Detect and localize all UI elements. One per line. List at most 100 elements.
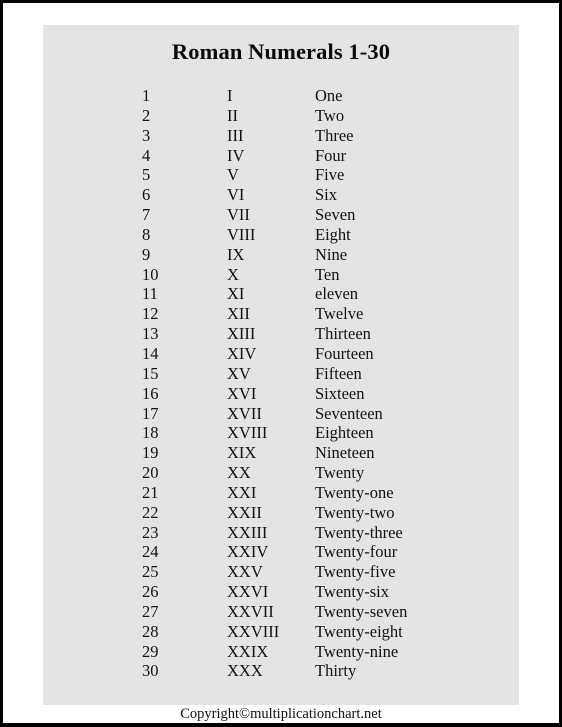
table-row: 20 XX Twenty <box>142 463 505 483</box>
roman-numeral-cell: XXVI <box>227 582 269 602</box>
number-word-cell: Twenty-six <box>315 582 390 602</box>
arabic-number-cell: 27 <box>142 601 159 621</box>
roman-numeral-cell: XXI <box>227 482 257 502</box>
number-word-cell: Six <box>315 185 338 205</box>
roman-numeral-cell: XXX <box>227 661 263 681</box>
table-row: 2 II Two <box>142 106 505 126</box>
table-row: 13 XIII Thirteen <box>142 324 505 344</box>
arabic-number-cell: 29 <box>142 641 159 661</box>
table-row: 27 XXVII Twenty-seven <box>142 602 505 622</box>
arabic-number-cell: 22 <box>142 502 159 522</box>
number-word-cell: Twenty-nine <box>315 641 399 661</box>
arabic-number-cell: 8 <box>142 224 151 244</box>
roman-numeral-cell: VI <box>227 185 245 205</box>
roman-numeral-cell: III <box>227 125 244 145</box>
table-row: 9 IX Nine <box>142 245 505 265</box>
table-row: 7 VII Seven <box>142 205 505 225</box>
arabic-number-cell: 28 <box>142 621 159 641</box>
roman-numeral-cell: XVIII <box>227 423 268 443</box>
roman-numerals-table-body: 1 I One 2 II Two 3 III Three 4 IV Four 5 V Five 6 VI Six 7… <box>142 86 505 681</box>
roman-numeral-cell: XXII <box>227 502 262 522</box>
arabic-number-cell: 23 <box>142 522 159 542</box>
roman-numeral-cell: XXV <box>227 562 263 582</box>
roman-numeral-cell: XV <box>227 363 251 383</box>
table-row: 17 XVII Seventeen <box>142 404 505 424</box>
roman-numeral-cell: I <box>227 86 233 105</box>
table-row: 6 VI Six <box>142 185 505 205</box>
table-row: 16 XVI Sixteen <box>142 384 505 404</box>
page-border: Roman Numerals 1-30 1 I One 2 II Two 3 III Three… <box>0 0 562 727</box>
table-row: 22 XXII Twenty-two <box>142 503 505 523</box>
arabic-number-cell: 2 <box>142 105 151 125</box>
table-row: 12 XII Twelve <box>142 304 505 324</box>
roman-numeral-cell: XIX <box>227 443 257 463</box>
roman-numeral-cell: VIII <box>227 224 256 244</box>
number-word-cell: Twelve <box>315 304 364 324</box>
number-word-cell: Twenty-three <box>315 522 403 542</box>
arabic-number-cell: 21 <box>142 482 159 502</box>
number-word-cell: Two <box>315 105 345 125</box>
roman-numeral-cell: XIII <box>227 324 256 344</box>
table-row: 30 XXX Thirty <box>142 661 505 681</box>
number-word-cell: Thirty <box>315 661 357 681</box>
table-row: 21 XXI Twenty-one <box>142 483 505 503</box>
number-word-cell: Twenty-five <box>315 562 396 582</box>
arabic-number-cell: 4 <box>142 145 151 165</box>
roman-numeral-cell: XXIX <box>227 641 269 661</box>
arabic-number-cell: 10 <box>142 264 159 284</box>
arabic-number-cell: 9 <box>142 244 151 264</box>
arabic-number-cell: 16 <box>142 383 159 403</box>
roman-numeral-cell: XXVII <box>227 601 274 621</box>
number-word-cell: Thirteen <box>315 324 371 344</box>
arabic-number-cell: 15 <box>142 363 159 383</box>
arabic-number-cell: 30 <box>142 661 159 681</box>
roman-numeral-cell: V <box>227 165 239 185</box>
roman-numerals-table: 1 I One 2 II Two 3 III Three 4 IV Four 5 V Five 6 VI Six 7… <box>142 86 505 681</box>
number-word-cell: Nineteen <box>315 443 375 463</box>
number-word-cell: Four <box>315 145 347 165</box>
table-row: 14 XIV Fourteen <box>142 344 505 364</box>
number-word-cell: Eight <box>315 224 351 244</box>
arabic-number-cell: 26 <box>142 582 159 602</box>
arabic-number-cell: 6 <box>142 185 151 205</box>
page-title: Roman Numerals 1-30 <box>171 39 391 64</box>
roman-numeral-cell: IV <box>227 145 245 165</box>
roman-numeral-cell: X <box>227 264 239 284</box>
number-word-cell: Twenty-eight <box>315 621 403 641</box>
arabic-number-cell: 17 <box>142 403 159 423</box>
number-word-cell: Three <box>315 125 354 145</box>
arabic-number-cell: 20 <box>142 463 159 483</box>
table-row: 18 XVIII Eighteen <box>142 423 505 443</box>
number-word-cell: Eighteen <box>315 423 374 443</box>
number-word-cell: Five <box>315 165 345 185</box>
table-row: 24 XXIV Twenty-four <box>142 542 505 562</box>
roman-numeral-cell: XXVIII <box>227 621 280 641</box>
roman-numeral-cell: XVII <box>227 403 262 423</box>
arabic-number-cell: 13 <box>142 324 159 344</box>
arabic-number-cell: 24 <box>142 542 159 562</box>
copyright-footer: Copyright©multiplicationchart.net <box>180 706 382 722</box>
table-row: 5 V Five <box>142 165 505 185</box>
table-row: 4 IV Four <box>142 146 505 166</box>
roman-numeral-cell: VII <box>227 205 250 225</box>
table-row: 26 XXVI Twenty-six <box>142 582 505 602</box>
roman-numeral-cell: XII <box>227 304 250 324</box>
table-row: 25 XXV Twenty-five <box>142 562 505 582</box>
roman-numeral-cell: XIV <box>227 343 257 363</box>
number-word-cell: eleven <box>315 284 359 304</box>
roman-numeral-cell: IX <box>227 244 245 264</box>
arabic-number-cell: 3 <box>142 125 151 145</box>
number-word-cell: Twenty <box>315 463 365 483</box>
number-word-cell: Twenty-two <box>315 502 395 522</box>
arabic-number-cell: 14 <box>142 343 159 363</box>
number-word-cell: Nine <box>315 244 348 264</box>
table-row: 11 XI eleven <box>142 284 505 304</box>
table-row: 15 XV Fifteen <box>142 364 505 384</box>
roman-numeral-cell: XXIII <box>227 522 268 542</box>
table-row: 10 X Ten <box>142 265 505 285</box>
table-row: 19 XIX Nineteen <box>142 443 505 463</box>
table-row: 23 XXIII Twenty-three <box>142 523 505 543</box>
arabic-number-cell: 25 <box>142 562 159 582</box>
number-word-cell: Fifteen <box>315 363 362 383</box>
arabic-number-cell: 5 <box>142 165 151 185</box>
